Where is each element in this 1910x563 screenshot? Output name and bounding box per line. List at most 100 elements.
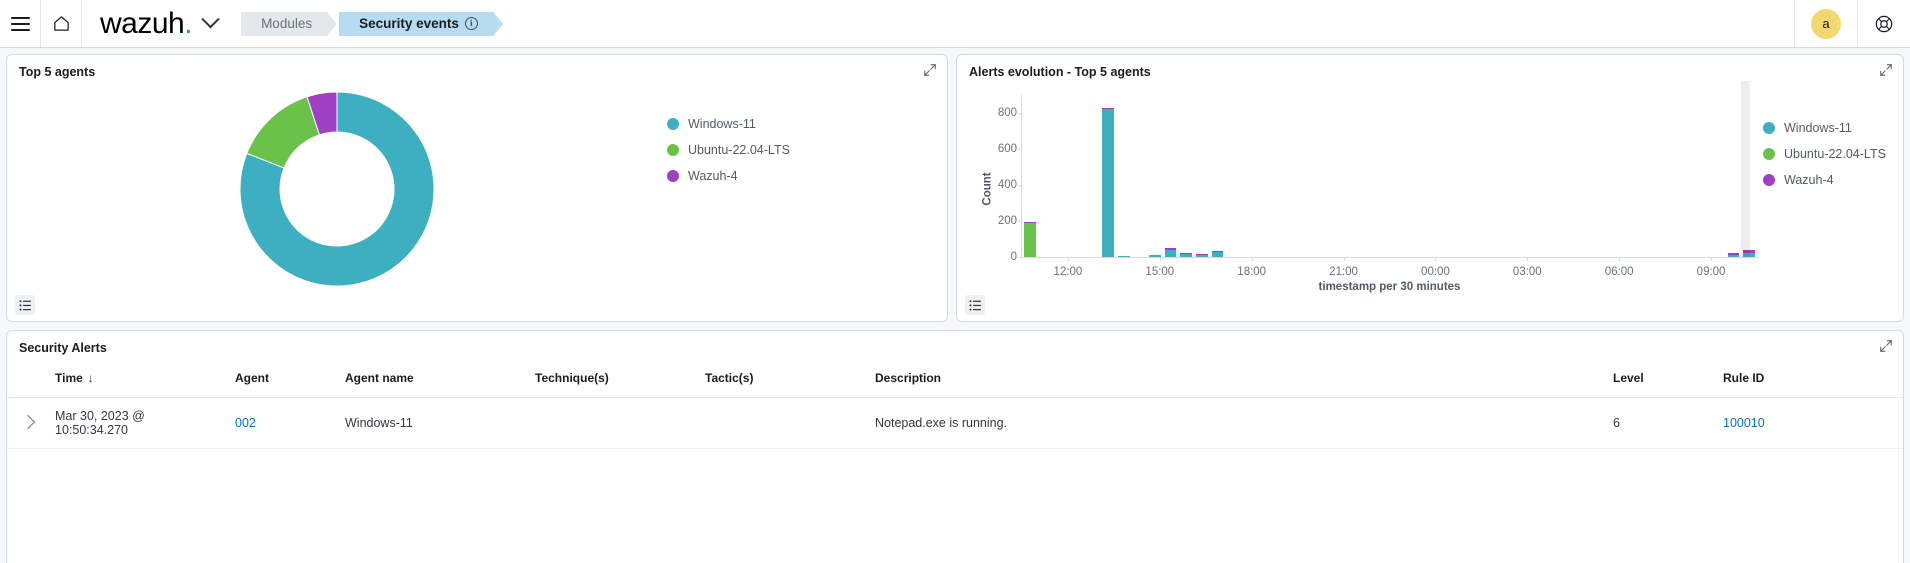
bar-segment-windows-11[interactable] — [1211, 252, 1224, 257]
user-menu-button[interactable]: a — [1794, 0, 1857, 47]
x-tick-label: 21:00 — [1329, 266, 1358, 278]
x-tick-mark — [1159, 257, 1161, 261]
legend-color-dot — [1763, 174, 1775, 186]
home-button[interactable] — [41, 0, 81, 47]
cell-tactics — [695, 397, 865, 449]
space-switcher-button[interactable] — [198, 10, 227, 30]
cell-techniques — [525, 397, 695, 449]
breadcrumb-item-modules[interactable]: Modules — [241, 11, 338, 36]
bar-segment-windows-11[interactable] — [1180, 253, 1193, 257]
home-icon — [53, 16, 69, 31]
column-header-expand — [7, 357, 45, 398]
cell-time: Mar 30, 2023 @ 10:50:34.270 — [45, 397, 225, 449]
bar-segment-windows-11[interactable] — [1727, 254, 1740, 257]
bar-chart[interactable]: Count 0 200 400 600 800 12:00 15:00 18:00 21:00 0… — [963, 81, 1763, 296]
expand-icon[interactable] — [1879, 63, 1893, 77]
expand-icon[interactable] — [1879, 339, 1893, 353]
bar-stack[interactable] — [1102, 107, 1114, 257]
current-time-band — [1741, 81, 1750, 257]
bar-segment-windows-11[interactable] — [1164, 250, 1177, 257]
sort-descending-icon: ↓ — [87, 371, 94, 385]
bar-stack[interactable] — [1195, 254, 1208, 257]
x-axis-title: timestamp per 30 minutes — [1318, 281, 1461, 293]
column-label: Time — [55, 371, 83, 385]
legend-item-wazuh-4[interactable]: Wazuh-4 — [1763, 173, 1903, 187]
x-tick-label: 03:00 — [1512, 266, 1542, 278]
chevron-right-icon[interactable] — [20, 414, 36, 430]
agent-link[interactable]: 002 — [235, 416, 256, 430]
bar-segment-wazuh-4[interactable] — [1180, 252, 1193, 254]
breadcrumb-label: Security events — [359, 16, 459, 31]
y-tick-mark — [1018, 221, 1022, 222]
bar-stack[interactable] — [1164, 248, 1177, 257]
legend-item-windows-11[interactable]: Windows-11 — [667, 117, 790, 131]
bar-segment-wazuh-4[interactable] — [1195, 254, 1208, 256]
bar-segment-windows-11[interactable] — [1117, 255, 1130, 257]
panel-title: Alerts evolution - Top 5 agents — [969, 65, 1151, 79]
x-tick-mark — [1711, 257, 1713, 261]
breadcrumb-label: Modules — [261, 16, 313, 31]
x-tick-mark — [1251, 257, 1253, 261]
info-icon[interactable]: i — [464, 17, 478, 30]
bar-stack[interactable] — [1148, 255, 1161, 257]
rule-id-link[interactable]: 100010 — [1723, 416, 1765, 430]
breadcrumb: Modules Security events i — [241, 11, 503, 36]
bar-stack[interactable] — [1180, 252, 1193, 257]
column-header-rule-id[interactable]: Rule ID — [1713, 357, 1903, 398]
row-expand-cell[interactable] — [7, 397, 45, 449]
bar-segment-wazuh-4[interactable] — [1727, 252, 1740, 255]
bar-segment-wazuh-4[interactable] — [1102, 107, 1114, 110]
bar-segment-wazuh-4[interactable] — [1211, 250, 1224, 253]
breadcrumb-item-security-events[interactable]: Security events i — [339, 11, 503, 36]
legend-label: Ubuntu-22.04-LTS — [688, 143, 790, 157]
inspect-list-icon[interactable] — [965, 295, 985, 315]
chevron-down-icon — [201, 10, 220, 29]
donut-slice-ubuntu-22.04-lts[interactable] — [246, 95, 321, 169]
x-tick-mark — [1343, 257, 1345, 261]
help-menu-button[interactable] — [1857, 0, 1910, 47]
bar-stack[interactable] — [1117, 255, 1130, 257]
bar-segment-ubuntu-22.04-lts[interactable] — [1023, 223, 1036, 257]
expand-icon[interactable] — [923, 63, 937, 77]
security-alerts-table: Time ↓ Agent Agent name Technique(s) Tact… — [7, 357, 1903, 449]
column-header-techniques[interactable]: Technique(s) — [525, 357, 695, 398]
legend-item-windows-11[interactable]: Windows-11 — [1763, 121, 1903, 135]
y-axis-label: Count — [981, 171, 994, 206]
panel-alerts-evolution: Alerts evolution - Top 5 agents Count 0 2… — [956, 54, 1904, 322]
bar-stack[interactable] — [1211, 250, 1224, 257]
x-tick-label: 12:00 — [1053, 266, 1083, 278]
column-header-time[interactable]: Time ↓ — [45, 357, 225, 398]
bar-segment-windows-11[interactable] — [1148, 255, 1161, 257]
top-navigation-right: a — [1794, 0, 1910, 47]
bar-segment-wazuh-4[interactable] — [1023, 221, 1036, 224]
donut-chart[interactable] — [7, 81, 667, 296]
legend-item-ubuntu-22.04-lts[interactable]: Ubuntu-22.04-LTS — [667, 143, 790, 157]
legend-item-wazuh-4[interactable]: Wazuh-4 — [667, 169, 790, 183]
legend-item-ubuntu-22.04-lts[interactable]: Ubuntu-22.04-LTS — [1763, 147, 1903, 161]
inspect-list-icon[interactable] — [15, 295, 35, 315]
table-header-row: Time ↓ Agent Agent name Technique(s) Tact… — [7, 357, 1903, 398]
bar-segment-windows-11[interactable] — [1102, 109, 1114, 257]
bar-stack[interactable] — [1023, 221, 1036, 257]
cell-level: 6 — [1603, 397, 1713, 449]
cell-description: Notepad.exe is running. — [865, 397, 1603, 449]
panel-top-5-agents: Top 5 agents Windows-11 Ubuntu-22.04-LTS W… — [6, 54, 948, 322]
column-header-agent-name[interactable]: Agent name — [335, 357, 525, 398]
column-header-level[interactable]: Level — [1603, 357, 1713, 398]
y-tick-label: 200 — [997, 215, 1017, 227]
bar-stack[interactable] — [1727, 252, 1740, 257]
column-header-tactics[interactable]: Tactic(s) — [695, 357, 865, 398]
y-tick-mark — [1018, 112, 1022, 114]
x-tick-label: 09:00 — [1696, 266, 1726, 278]
panel-title: Security Alerts — [19, 341, 107, 355]
hamburger-menu-button[interactable] — [0, 0, 40, 47]
bar-segment-wazuh-4[interactable] — [1164, 248, 1177, 251]
legend-color-dot — [667, 144, 679, 156]
wazuh-logo[interactable]: wazuh. — [82, 8, 198, 39]
avatar-initial: a — [1822, 16, 1830, 31]
bar-segment-windows-11[interactable] — [1195, 255, 1208, 257]
column-header-agent[interactable]: Agent — [225, 357, 335, 398]
column-header-description[interactable]: Description — [865, 357, 1603, 398]
x-tick-label: 06:00 — [1604, 266, 1634, 278]
avatar[interactable]: a — [1811, 8, 1841, 39]
